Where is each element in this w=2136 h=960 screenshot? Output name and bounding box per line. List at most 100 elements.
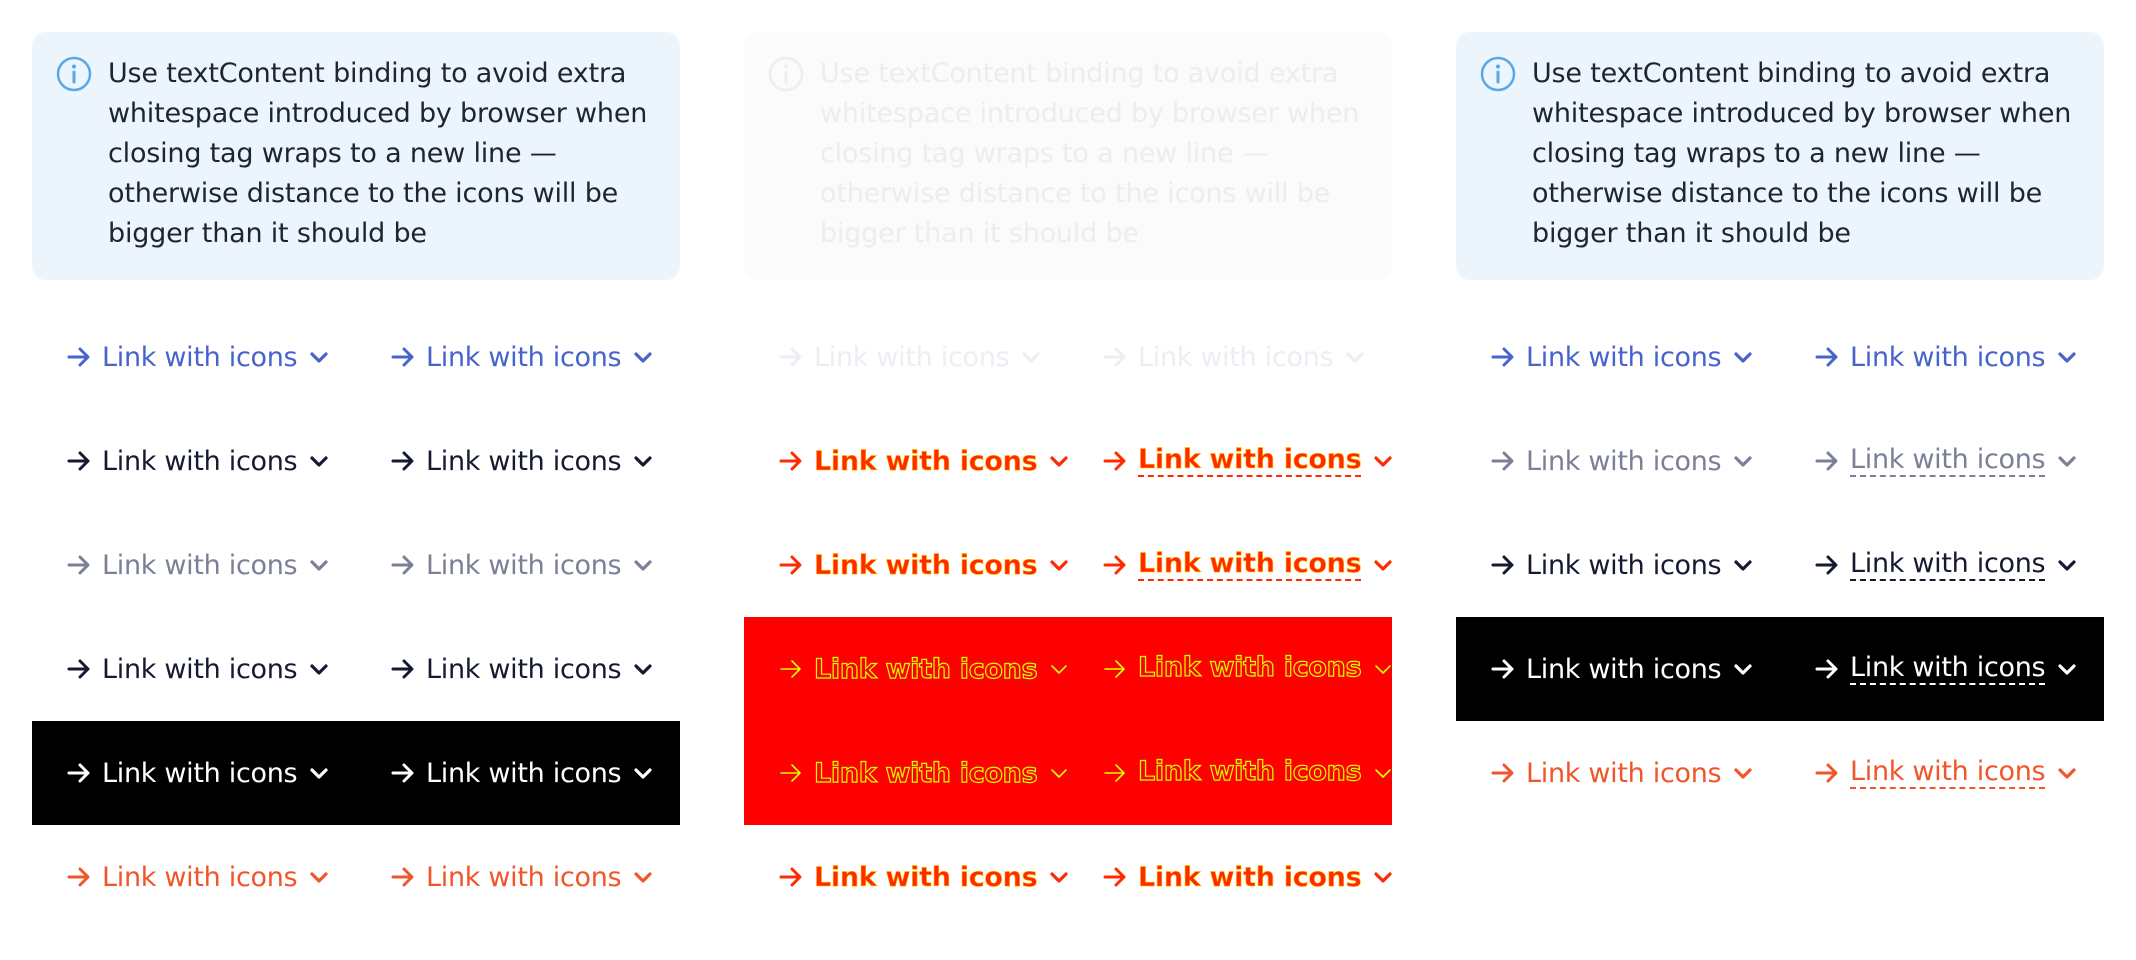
arrow-right-icon [67,347,90,367]
arrow-right-icon [391,347,414,367]
chevron-down-icon [310,664,328,675]
arrow-right-icon [1104,660,1125,678]
link-with-icons[interactable]: Link with icons [1814,409,2079,513]
link-label: Link with icons [102,861,298,893]
arrow-right-icon [391,867,414,887]
chevron-down-icon [2058,352,2076,363]
link-label: Link with icons [102,653,298,685]
chevron-down-icon [310,456,328,467]
chevron-down-icon [1734,560,1752,571]
link-with-icons[interactable]: Link with icons [66,305,331,409]
arrow-right-icon [1815,763,1838,783]
chevron-down-icon [1050,560,1068,571]
link-row-secondary: Link with icons Link with icons [744,513,1392,617]
arrow-right-icon [1815,659,1838,679]
link-label: Link with icons [814,445,1038,477]
arrow-right-icon [391,555,414,575]
chevron-down-icon [1375,665,1392,674]
arrow-right-icon [1491,555,1514,575]
link-with-icons[interactable]: Link with icons [778,825,1071,929]
link-with-icons[interactable]: Link with icons [66,721,331,825]
link-row-primary: Link with icons Link with icons [744,305,1392,409]
chevron-down-icon [634,664,652,675]
chevron-down-icon [1734,664,1752,675]
link-label: Link with icons [1850,756,2046,789]
chevron-down-icon [2058,768,2076,779]
chevron-down-icon [634,872,652,883]
link-label: Link with icons [426,861,622,893]
link-with-icons[interactable]: Link with icons [390,721,655,825]
chevron-down-icon [634,768,652,779]
link-with-icons[interactable]: Link with icons [1102,513,1395,617]
link-with-icons[interactable]: Link with icons [1102,825,1395,929]
link-with-icons[interactable]: Link with icons [390,305,655,409]
link-label: Link with icons [814,861,1038,893]
link-with-icons[interactable]: Link with icons [1102,305,1367,409]
link-label: Link with icons [102,757,298,789]
info-circle-icon [56,56,92,92]
link-with-icons[interactable]: Link with icons [778,409,1071,513]
link-label: Link with icons [813,653,1038,685]
link-with-icons[interactable]: Link with icons [778,513,1071,617]
arrow-right-icon [779,347,802,367]
link-row-inverted: Link with icons Link with icons [1456,617,2104,721]
link-with-icons[interactable]: Link with icons [1814,721,2079,825]
info-circle-icon [1480,56,1516,92]
link-row-highlight: Link with icons Link with icons [744,721,1392,825]
arrow-right-icon [67,555,90,575]
link-with-icons[interactable]: Link with icons [778,617,1071,721]
link-label: Link with icons [1850,652,2046,685]
link-label: Link with icons [1138,861,1362,893]
link-label: Link with icons [1138,341,1334,373]
chevron-down-icon [1022,352,1040,363]
link-with-icons[interactable]: Link with icons [1102,721,1395,825]
link-with-icons[interactable]: Link with icons [390,825,655,929]
link-with-icons[interactable]: Link with icons [66,513,331,617]
arrow-right-icon [1103,347,1126,367]
chevron-down-icon [1734,352,1752,363]
arrow-right-icon [1815,347,1838,367]
arrow-right-icon [779,867,802,887]
link-with-icons[interactable]: Link with icons [390,409,655,513]
link-with-icons[interactable]: Link with icons [66,617,331,721]
arrow-right-icon [1104,764,1125,782]
info-callout: Use textContent binding to avoid extra w… [744,32,1392,280]
chevron-down-icon [1734,768,1752,779]
chevron-down-icon [1051,665,1068,674]
link-with-icons[interactable]: Link with icons [778,305,1043,409]
link-with-icons[interactable]: Link with icons [778,721,1071,825]
link-with-icons[interactable]: Link with icons [1490,617,1755,721]
link-label: Link with icons [814,341,1010,373]
arrow-right-icon [1815,555,1838,575]
chevron-down-icon [1050,456,1068,467]
link-label: Link with icons [102,341,298,373]
link-with-icons[interactable]: Link with icons [390,513,655,617]
link-with-icons[interactable]: Link with icons [1102,409,1395,513]
link-label: Link with icons [1137,652,1362,683]
arrow-right-icon [779,555,802,575]
link-with-icons[interactable]: Link with icons [1490,513,1755,617]
link-with-icons[interactable]: Link with icons [1814,513,2079,617]
link-with-icons[interactable]: Link with icons [390,617,655,721]
link-with-icons[interactable]: Link with icons [1490,305,1755,409]
arrow-right-icon [1491,659,1514,679]
link-with-icons[interactable]: Link with icons [1490,721,1755,825]
link-row-inverted: Link with icons Link with icons [32,721,680,825]
link-label: Link with icons [1137,756,1362,787]
chevron-down-icon [310,352,328,363]
link-with-icons[interactable]: Link with icons [1814,305,2079,409]
arrow-right-icon [67,659,90,679]
arrow-right-icon [1815,451,1838,471]
chevron-down-icon [1051,769,1068,778]
link-with-icons[interactable]: Link with icons [1490,409,1755,513]
arrow-right-icon [1491,451,1514,471]
link-with-icons[interactable]: Link with icons [66,825,331,929]
link-row-highlight: Link with icons Link with icons [744,617,1392,721]
link-label: Link with icons [426,445,622,477]
chevron-down-icon [1374,560,1392,571]
link-with-icons[interactable]: Link with icons [66,409,331,513]
link-label: Link with icons [1138,548,1362,581]
link-with-icons[interactable]: Link with icons [1814,617,2079,721]
link-with-icons[interactable]: Link with icons [1102,617,1395,721]
chevron-down-icon [634,560,652,571]
